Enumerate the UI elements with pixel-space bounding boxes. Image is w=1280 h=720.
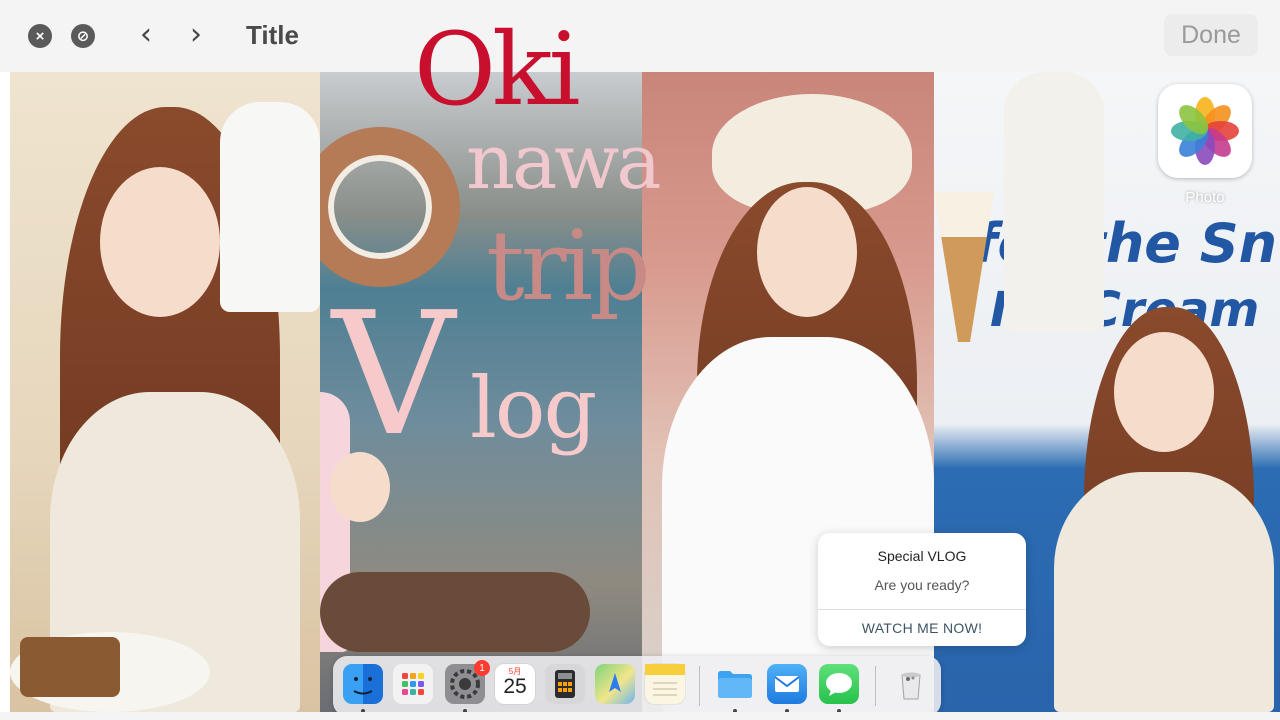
headline-log: log — [470, 359, 597, 457]
finder-icon[interactable] — [343, 664, 383, 704]
watch-me-now-button[interactable]: WATCH ME NOW! — [818, 620, 1026, 636]
photo-panel-cafe — [10, 72, 330, 712]
bottom-strip — [0, 712, 1280, 720]
knit-top-shape — [1054, 472, 1274, 712]
title-bar: × ⊘ ‹ › Title Done — [0, 0, 1280, 72]
headline-nawa: nawa — [466, 117, 662, 206]
system-settings-icon[interactable]: 1 — [445, 660, 490, 704]
close-icon[interactable]: × — [28, 24, 52, 48]
photos-app-label: Photo — [1185, 189, 1225, 206]
face-shape — [1114, 332, 1214, 452]
notification-badge: 1 — [474, 660, 490, 676]
calculator-icon[interactable] — [545, 664, 585, 704]
standing-girl-shape — [220, 102, 320, 312]
notification-divider — [818, 609, 1026, 610]
notes-icon[interactable] — [645, 664, 685, 704]
float-tube-shape — [320, 572, 590, 652]
photos-app-icon[interactable] — [1158, 84, 1252, 178]
trash-icon[interactable] — [891, 664, 931, 704]
maps-icon[interactable] — [595, 664, 635, 704]
photos-icon — [1171, 97, 1239, 165]
face-shape — [100, 167, 220, 317]
swim-ring-shape — [320, 127, 460, 287]
mail-icon[interactable] — [767, 664, 807, 704]
dock-divider — [875, 666, 876, 706]
block-icon[interactable]: ⊘ — [71, 24, 95, 48]
notification-card: Special VLOG Are you ready? WATCH ME NOW… — [818, 533, 1026, 646]
folder-icon[interactable] — [715, 664, 755, 704]
notification-message: Are you ready? — [874, 577, 970, 593]
headline-oki: Oki — [414, 11, 581, 128]
french-toast-shape — [20, 637, 120, 697]
dock-divider — [699, 666, 700, 706]
headline-trip: trip — [486, 210, 651, 322]
standing-girl-shape — [1004, 72, 1104, 332]
window-title: Title — [246, 20, 299, 50]
headline-v: V — [332, 276, 455, 474]
face-shape — [757, 187, 857, 317]
messages-icon[interactable] — [819, 664, 859, 704]
chevron-right-icon[interactable]: › — [183, 18, 209, 52]
done-button[interactable]: Done — [1164, 14, 1258, 56]
dock: 1 5月 25 — [333, 656, 941, 716]
notification-title: Special VLOG — [877, 548, 967, 564]
calendar-icon[interactable]: 5月 25 — [495, 664, 535, 704]
launchpad-icon[interactable] — [393, 664, 433, 704]
chevron-left-icon[interactable]: ‹ — [133, 18, 159, 52]
calendar-day: 25 — [503, 675, 527, 698]
